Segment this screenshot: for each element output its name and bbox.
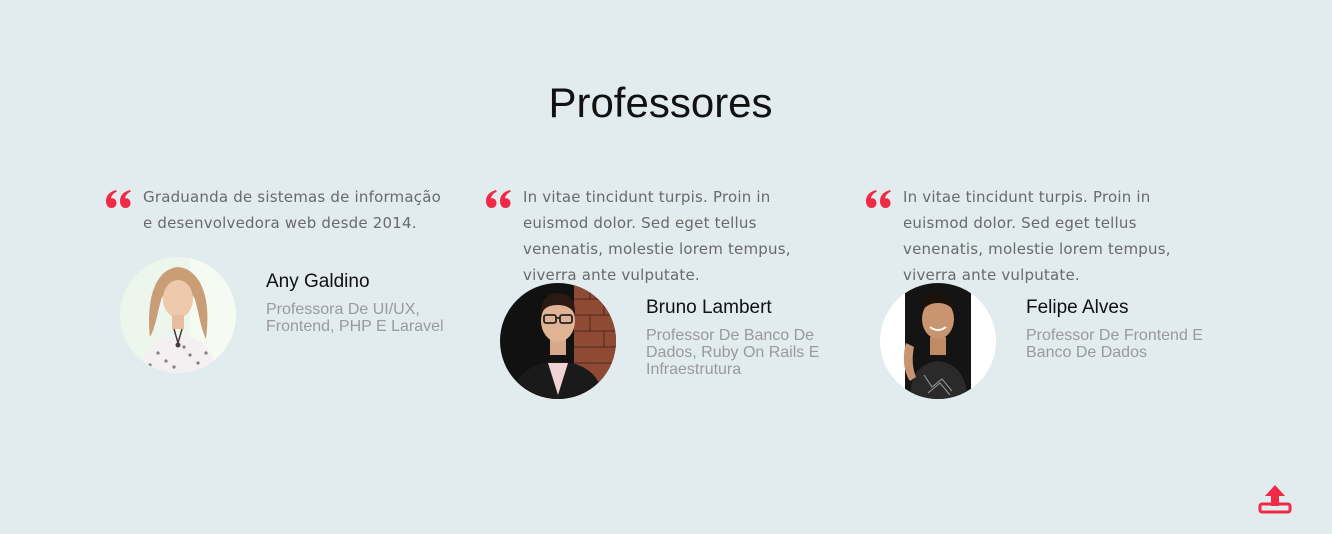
author-role: Professora De UI/UX, Frontend, PHP E Lar… (266, 301, 444, 335)
testimonial-quote: In vitae tincidunt turpis. Proin in euis… (523, 188, 791, 284)
scroll-to-top-button[interactable] (1257, 484, 1293, 516)
author-name: Bruno Lambert (646, 297, 772, 318)
author-role: Professor De Banco De Dados, Ruby On Rai… (646, 327, 820, 378)
testimonial-author: Any Galdino Professora De UI/UX, Fronten… (120, 257, 450, 373)
avatar-bruno-lambert (500, 283, 616, 399)
author-name: Felipe Alves (1026, 297, 1129, 318)
testimonial-quote: In vitae tincidunt turpis. Proin in euis… (903, 188, 1171, 284)
testimonial-author: Bruno Lambert Professor De Banco De Dado… (500, 283, 830, 399)
author-role: Professor De Frontend E Banco De Dados (1026, 327, 1203, 361)
testimonial-quote: Graduanda de sistemas de informação e de… (143, 188, 441, 232)
testimonial-author: Felipe Alves Professor De Frontend E Ban… (880, 283, 1210, 399)
upload-arrow-icon (1258, 485, 1292, 514)
quote-icon (866, 190, 891, 208)
author-name: Any Galdino (266, 271, 370, 292)
section-title: Professores (548, 79, 773, 126)
avatar-felipe-alves (880, 283, 996, 399)
quote-icon (106, 190, 131, 208)
quote-icon (486, 190, 511, 208)
avatar-any-galdino (120, 257, 236, 373)
